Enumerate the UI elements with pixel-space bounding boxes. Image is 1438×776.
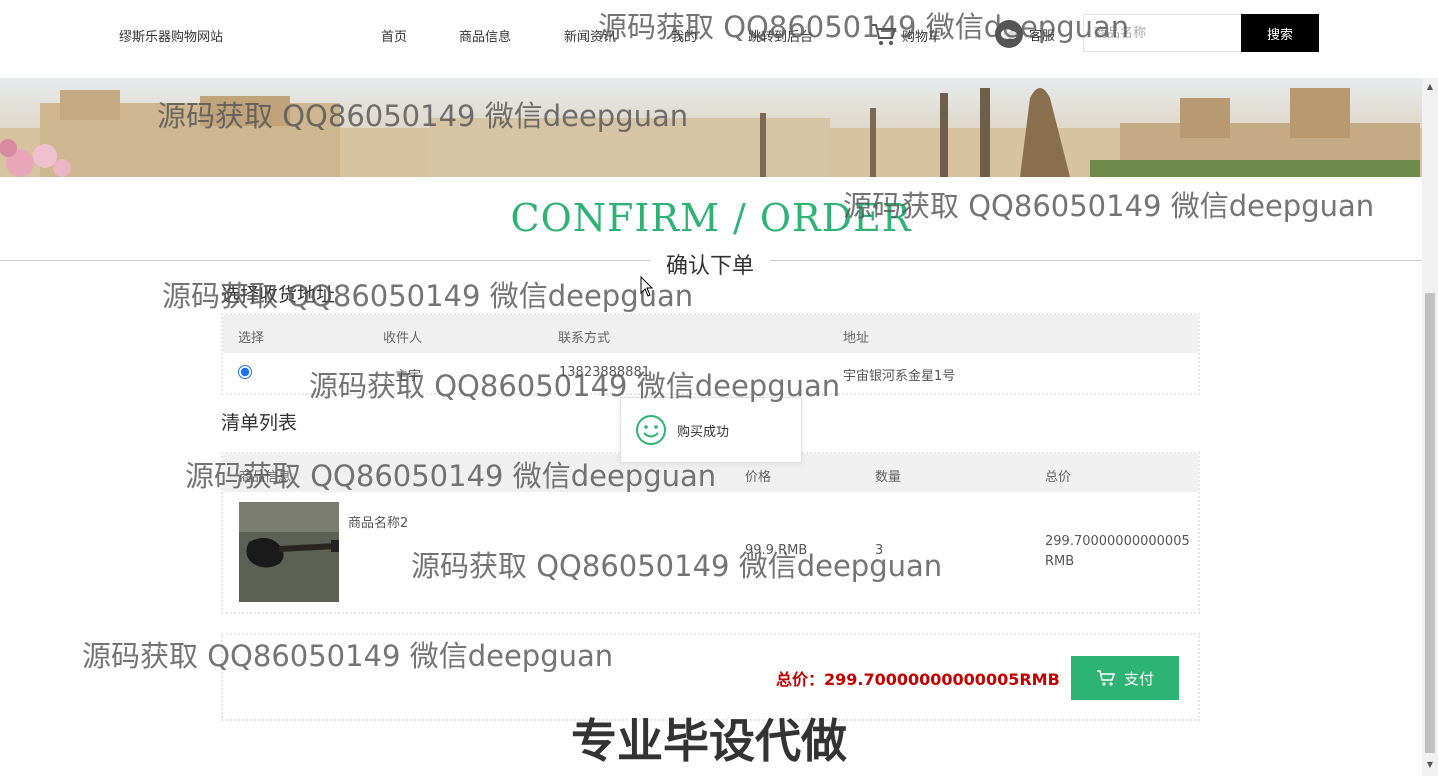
page-title-cn: 确认下单 (650, 248, 770, 280)
smile-icon (636, 415, 666, 445)
order-total: 总价：299.70000000000005RMB (776, 670, 1060, 689)
nav-news[interactable]: 新闻资讯 (564, 26, 616, 45)
mouse-cursor-icon (640, 276, 654, 297)
goods-price: 99.9 RMB (745, 543, 808, 558)
order-summary: 总价：299.70000000000005RMB 支付 (221, 633, 1200, 721)
recipient-address: 宇宙银河系金星1号 (843, 369, 956, 384)
recipient-phone: 13823888881 (559, 365, 650, 380)
service-avatar-icon (995, 20, 1023, 48)
address-table: 选择 收件人 联系方式 地址 主宇 13823888881 宇宙银河系金星1号 (221, 313, 1200, 395)
col-select: 选择 (238, 331, 265, 346)
goods-total-value: 299.70000000000005 (1045, 534, 1190, 549)
order-table: 商品信息 价格 数量 总价 商品名称2 99.9 RMB 3 299.70000… (221, 452, 1200, 614)
scroll-up-arrow-icon[interactable]: ▲ (1422, 78, 1438, 94)
goods-total: 299.70000000000005 RMB (1045, 532, 1195, 572)
cart-icon (872, 24, 897, 45)
pay-button-label: 支付 (1123, 669, 1154, 688)
cart-link[interactable]: 购物车 (870, 22, 941, 48)
col-total: 总价 (1045, 470, 1072, 485)
page-scrollbar[interactable]: ▲ ▼ (1422, 78, 1438, 776)
nav-admin[interactable]: 跳转到后台 (748, 26, 813, 45)
goods-total-unit: RMB (1045, 554, 1075, 569)
nav-mine[interactable]: 我的 (671, 26, 697, 45)
toast-message: 购买成功 (677, 424, 730, 440)
address-section-heading: 选择收货地址 (221, 284, 336, 306)
col-contact: 联系方式 (558, 331, 611, 346)
order-section-heading: 清单列表 (221, 412, 298, 434)
scroll-down-arrow-icon[interactable]: ▼ (1422, 756, 1438, 772)
header-banner-image (0, 78, 1422, 177)
customer-service-link[interactable]: 客服 (995, 20, 1055, 48)
col-goods: 商品信息 (239, 470, 292, 485)
address-row[interactable]: 主宇 13823888881 宇宙银河系金星1号 (223, 353, 1198, 393)
search-input[interactable] (1083, 14, 1243, 52)
col-price: 价格 (745, 470, 772, 485)
pay-button[interactable]: 支付 (1071, 656, 1179, 700)
cart-label: 购物车 (902, 29, 942, 45)
search-button[interactable]: 搜索 (1241, 14, 1319, 52)
page-title-en: CONFIRM / ORDER (510, 196, 912, 240)
col-quantity: 数量 (875, 470, 902, 485)
address-radio[interactable] (238, 365, 252, 379)
order-item-row: 商品名称2 99.9 RMB 3 299.70000000000005 RMB (223, 492, 1198, 612)
top-header: 缪斯乐器购物网站 首页 商品信息 新闻资讯 我的 跳转到后台 购物车 客服 搜索 (0, 0, 1422, 78)
cart-icon (1096, 670, 1116, 686)
recipient-name: 主宇 (395, 369, 422, 384)
order-confirm-page: 缪斯乐器购物网站 首页 商品信息 新闻资讯 我的 跳转到后台 购物车 客服 搜索 (0, 0, 1438, 776)
col-address: 地址 (843, 331, 870, 346)
guitar-image[interactable] (239, 502, 339, 602)
nav-home[interactable]: 首页 (381, 26, 407, 45)
nav-products[interactable]: 商品信息 (459, 26, 511, 45)
goods-name[interactable]: 商品名称2 (348, 512, 408, 531)
goods-quantity: 3 (875, 543, 884, 558)
service-label: 客服 (1029, 28, 1056, 44)
address-table-header: 选择 收件人 联系方式 地址 (223, 315, 1198, 353)
success-toast: 购买成功 (620, 397, 802, 463)
site-name[interactable]: 缪斯乐器购物网站 (119, 26, 223, 45)
scroll-thumb[interactable] (1425, 293, 1435, 753)
col-recipient: 收件人 (383, 331, 423, 346)
